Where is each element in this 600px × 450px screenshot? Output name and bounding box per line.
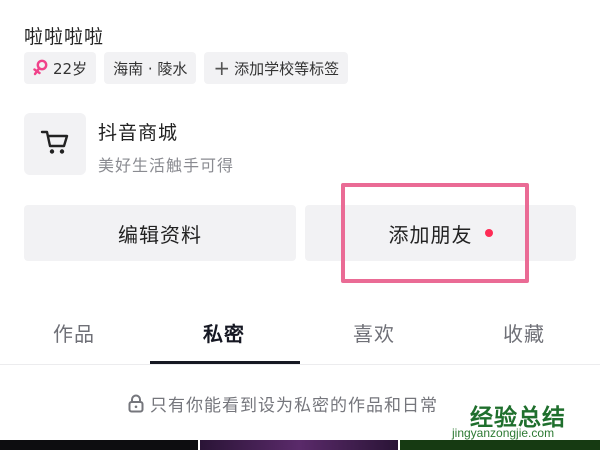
plus-icon: + (213, 56, 231, 80)
add-school-tag-label: 添加学校等标签 (234, 59, 340, 78)
tab-private[interactable]: 私密 (203, 318, 245, 347)
location-tag[interactable]: 海南 · 陵水 (104, 52, 197, 84)
edit-profile-button[interactable]: 编辑资料 (24, 205, 296, 261)
profile-name: 啦啦啦啦 (24, 26, 105, 48)
age-tag-label: 22岁 (53, 59, 88, 78)
video-thumbnail[interactable] (0, 440, 198, 450)
watermark-url: jingyanzongjie.com (452, 426, 555, 440)
shop-entry-icon[interactable] (24, 113, 86, 175)
tab-divider (0, 364, 600, 365)
female-symbol-icon (33, 59, 49, 77)
private-note: 只有你能看到设为私密的作品和日常 (128, 391, 438, 416)
add-school-tag[interactable]: + 添加学校等标签 (204, 52, 349, 84)
tab-active-indicator (150, 361, 300, 364)
video-thumbnail[interactable] (200, 440, 398, 450)
private-note-text: 只有你能看到设为私密的作品和日常 (150, 396, 438, 416)
highlight-annotation-box (341, 183, 529, 283)
age-tag[interactable]: 22岁 (24, 52, 97, 84)
video-thumbnail[interactable] (400, 440, 600, 450)
edit-profile-label: 编辑资料 (118, 222, 202, 247)
shop-title[interactable]: 抖音商城 (98, 118, 178, 145)
tab-likes[interactable]: 喜欢 (353, 318, 395, 347)
lock-icon (128, 394, 144, 413)
location-tag-label: 海南 · 陵水 (113, 59, 188, 78)
shop-subtitle: 美好生活触手可得 (98, 156, 235, 175)
tab-favorites[interactable]: 收藏 (503, 318, 545, 347)
tab-works[interactable]: 作品 (53, 318, 95, 347)
shopping-cart-icon (40, 128, 70, 160)
profile-tags: 22岁 海南 · 陵水 + 添加学校等标签 (24, 52, 349, 84)
